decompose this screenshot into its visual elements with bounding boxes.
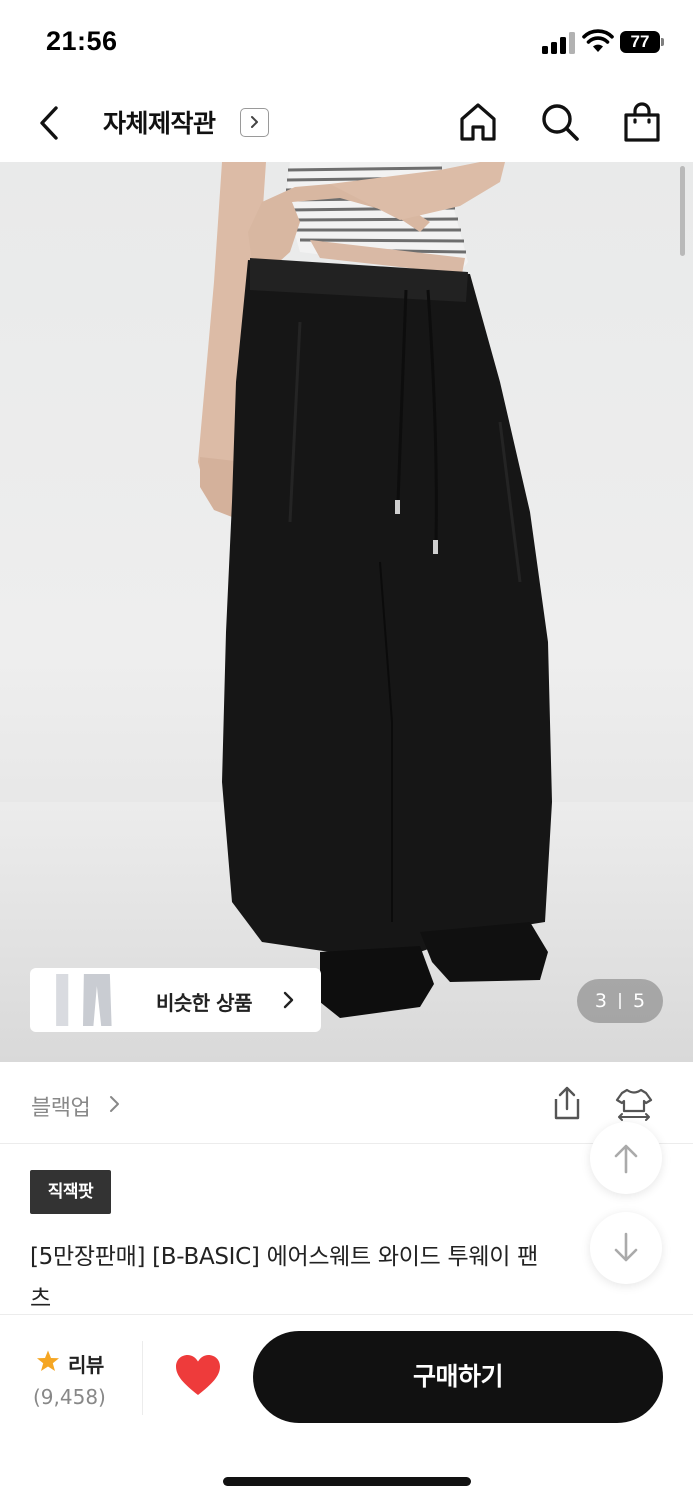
review-button[interactable]: 리뷰 (9,458) xyxy=(30,1345,142,1425)
current-page: 3 xyxy=(594,990,607,1012)
brand-link[interactable]: 블랙업 xyxy=(31,1090,91,1122)
share-icon[interactable] xyxy=(548,1084,586,1122)
battery-icon: 77 xyxy=(620,31,664,53)
arrow-up-icon xyxy=(614,1144,638,1174)
back-chevron-icon[interactable] xyxy=(30,102,70,144)
heart-icon[interactable] xyxy=(174,1353,222,1397)
product-title: [5만장판매] [B-BASIC] 에어스웨트 와이드 투웨이 팬 츠 xyxy=(30,1236,600,1320)
nav-bar: 자체제작관 xyxy=(0,84,693,162)
scroll-to-top-button[interactable] xyxy=(590,1122,662,1194)
status-bar: 21:56 77 xyxy=(0,0,693,84)
search-icon[interactable] xyxy=(538,100,582,144)
pants-thumbnail-icon xyxy=(56,974,112,1026)
buy-button[interactable]: 구매하기 xyxy=(253,1331,663,1423)
chevron-right-icon[interactable] xyxy=(107,1092,123,1116)
product-image-carousel[interactable]: 비슷한 상품 35 xyxy=(0,162,693,1062)
bottom-action-bar: 리뷰 (9,458) 구매하기 xyxy=(0,1314,693,1500)
total-pages: 5 xyxy=(633,990,646,1012)
shopping-bag-icon[interactable] xyxy=(620,100,664,144)
product-title-line: [5만장판매] [B-BASIC] 에어스웨트 와이드 투웨이 팬 xyxy=(30,1244,538,1270)
cellular-signal-icon xyxy=(542,32,576,54)
status-time: 21:56 xyxy=(46,26,118,56)
chevron-right-box-icon[interactable] xyxy=(240,108,269,137)
page-title[interactable]: 자체제작관 xyxy=(103,104,216,140)
scroll-to-bottom-button[interactable] xyxy=(590,1212,662,1284)
scroll-indicator xyxy=(680,166,685,256)
chevron-right-icon xyxy=(283,991,294,1009)
battery-level: 77 xyxy=(630,32,650,51)
divider xyxy=(142,1341,143,1415)
review-label: 리뷰 xyxy=(68,1353,104,1377)
review-count: (9,458) xyxy=(33,1385,106,1409)
image-page-counter: 35 xyxy=(577,979,663,1023)
home-indicator xyxy=(223,1477,471,1486)
similar-products-button[interactable]: 비슷한 상품 xyxy=(30,968,321,1032)
brand-row: 블랙업 xyxy=(0,1062,693,1144)
product-badge: 직잭팟 xyxy=(30,1170,111,1214)
home-icon[interactable] xyxy=(456,100,500,144)
star-icon xyxy=(37,1350,59,1371)
counter-separator xyxy=(619,993,621,1009)
clothing-fit-icon[interactable] xyxy=(614,1084,654,1122)
arrow-down-icon xyxy=(614,1232,638,1262)
wifi-icon xyxy=(582,29,614,52)
similar-products-label: 비슷한 상품 xyxy=(156,991,252,1015)
product-photo xyxy=(0,162,693,1062)
